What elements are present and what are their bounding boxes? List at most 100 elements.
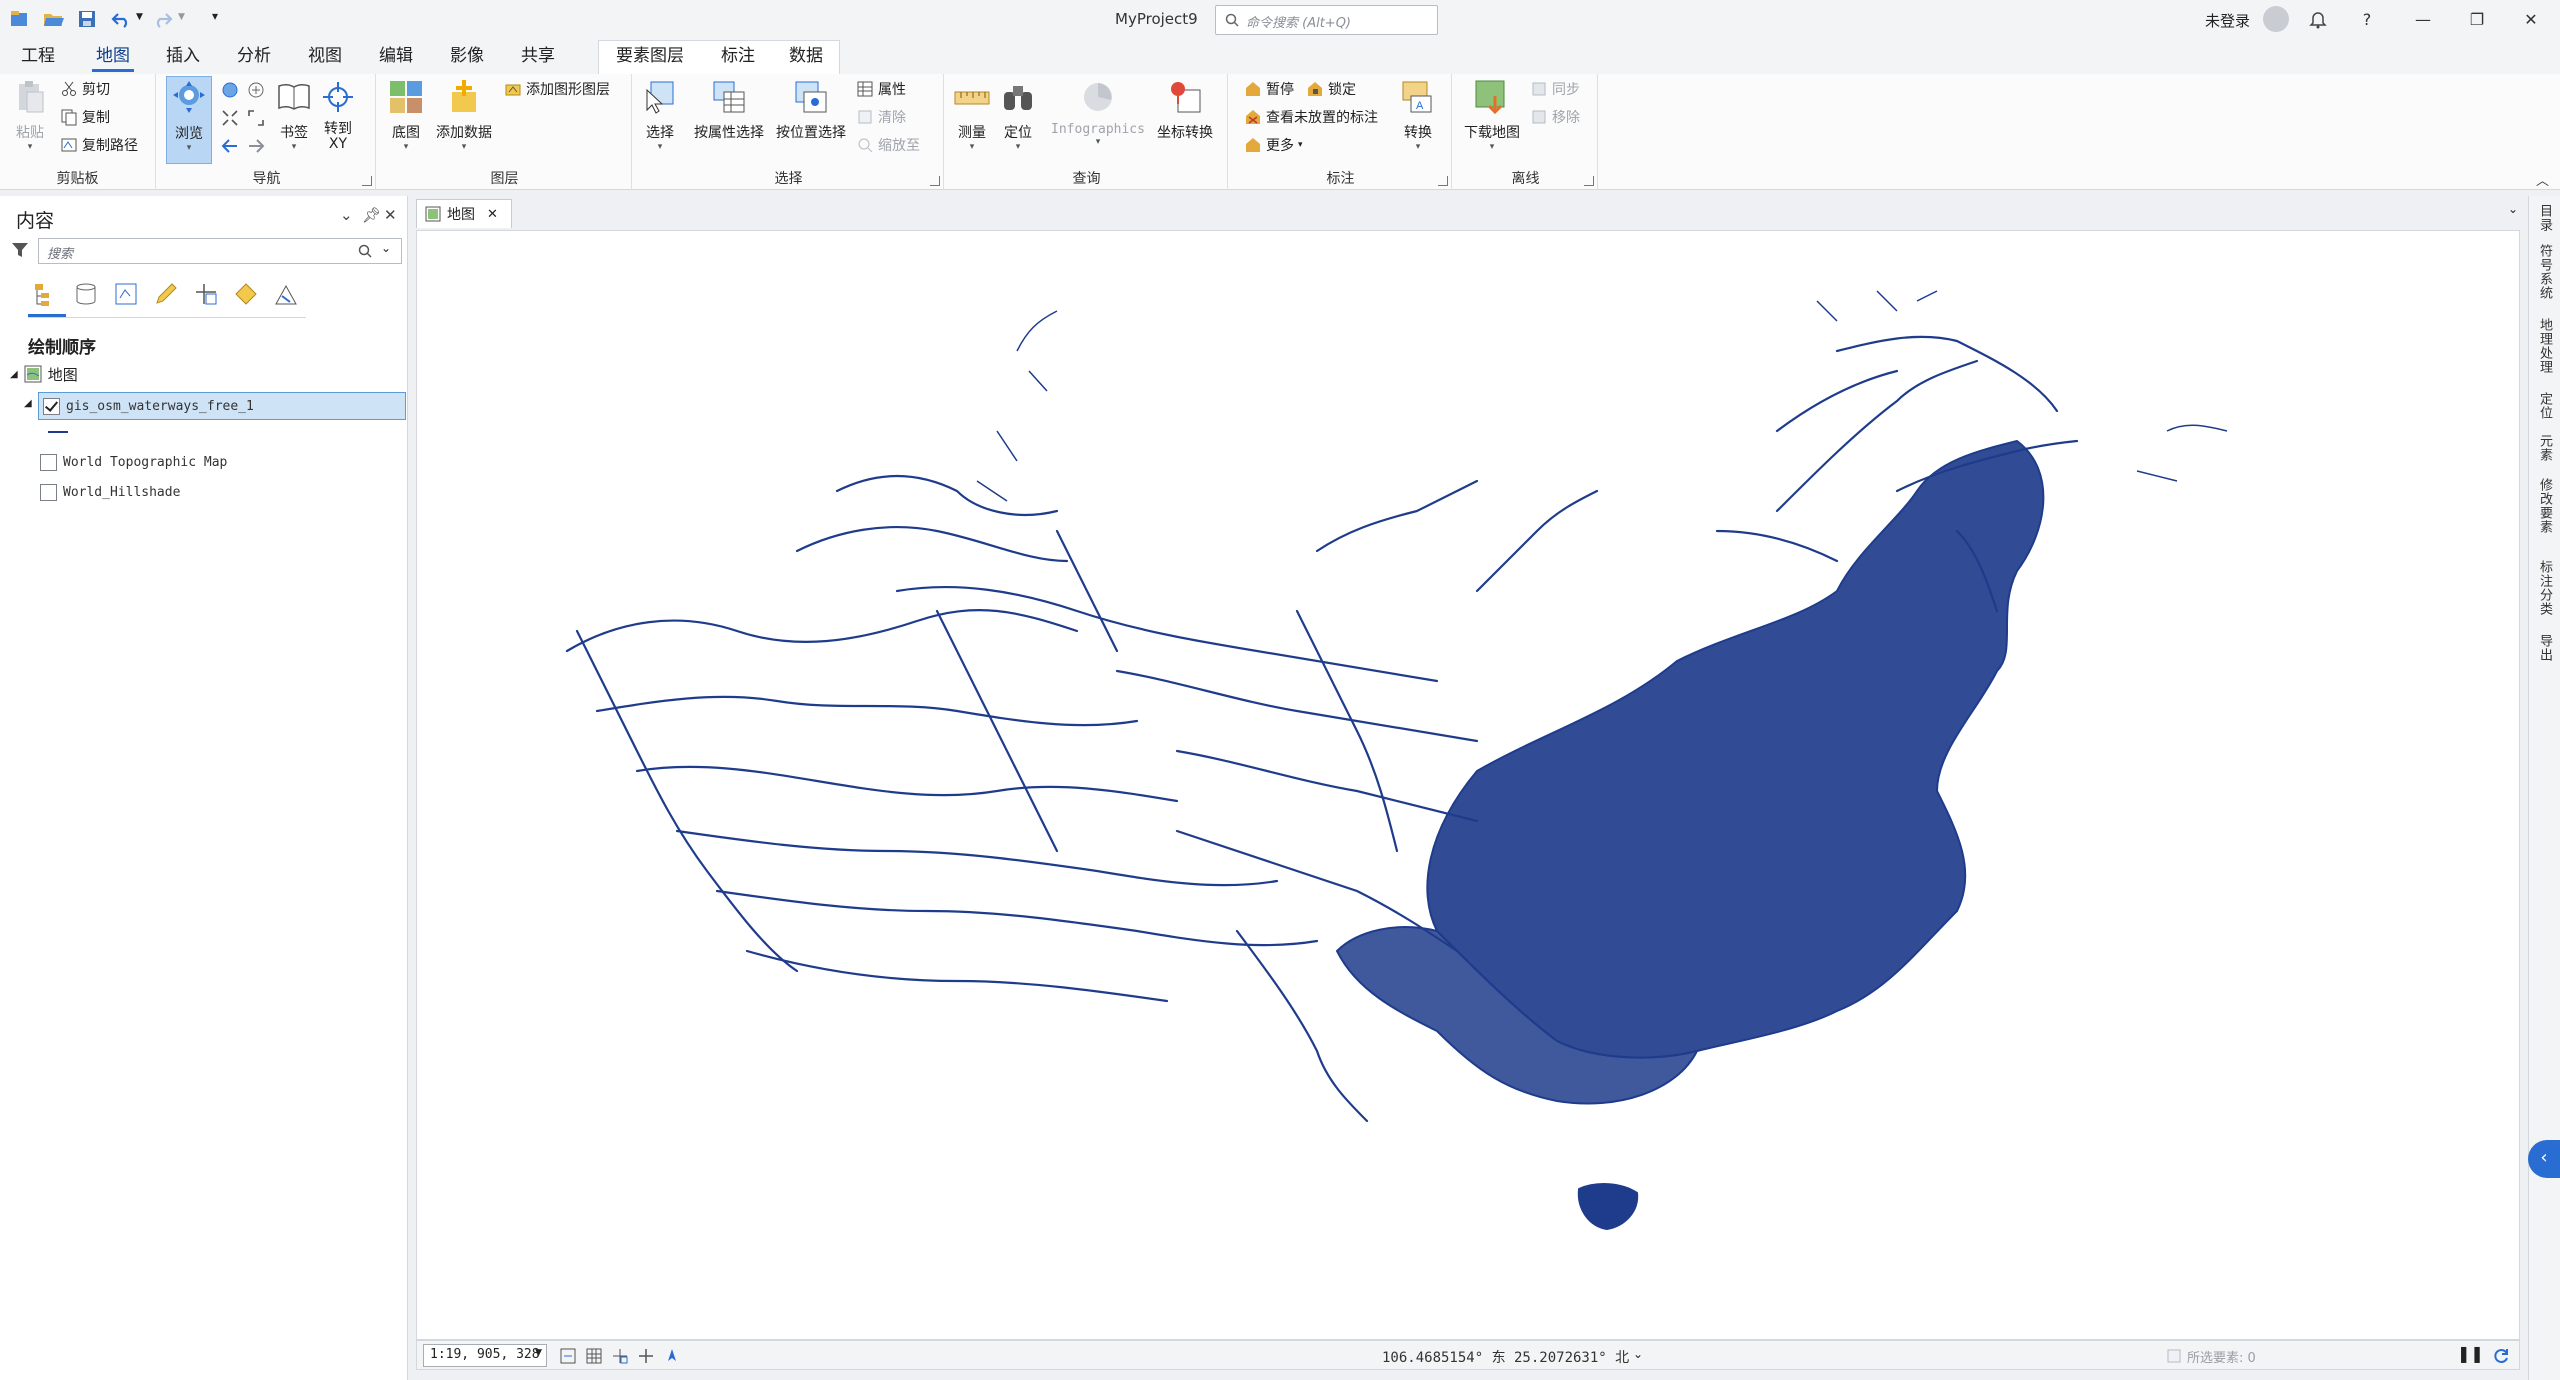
navigate-launcher-icon[interactable] xyxy=(362,176,372,186)
convert-labels-button[interactable]: A 转换 ▾ xyxy=(1398,78,1438,152)
close-icon[interactable]: ✕ xyxy=(384,206,397,224)
more-labels-button[interactable]: 更多 ▾ xyxy=(1244,134,1303,156)
tab-edit[interactable]: 编辑 xyxy=(376,44,416,72)
tab-insert[interactable]: 插入 xyxy=(163,44,203,72)
rail-geoprocessing[interactable]: 地理处理 xyxy=(2535,318,2554,374)
undo-dropdown-icon[interactable]: ▼ xyxy=(136,12,143,22)
list-by-labeling-icon[interactable] xyxy=(232,280,260,308)
next-extent-icon[interactable] xyxy=(246,136,266,156)
rail-symbology[interactable]: 符号系统 xyxy=(2535,244,2554,300)
lock-labels-button[interactable]: 锁定 xyxy=(1306,78,1356,100)
tab-view[interactable]: 视图 xyxy=(305,44,345,72)
explore-button[interactable]: 浏览 ▾ xyxy=(166,76,212,164)
bookmarks-button[interactable]: 书签 ▾ xyxy=(274,78,314,152)
grid-icon[interactable] xyxy=(585,1347,603,1365)
close-window-button[interactable]: ✕ xyxy=(2516,6,2546,34)
list-by-editing-icon[interactable] xyxy=(152,280,180,308)
pin-icon[interactable]: 📌︎ xyxy=(362,206,381,224)
offline-launcher-icon[interactable] xyxy=(1584,176,1594,186)
layer-row-topographic[interactable]: World Topographic Map xyxy=(40,448,227,476)
list-by-snapping-icon[interactable] xyxy=(192,280,220,308)
expand-panel-button[interactable]: ‹ xyxy=(2528,1140,2560,1178)
layer-row-hillshade[interactable]: World_Hillshade xyxy=(40,478,180,506)
pause-drawing-icon[interactable]: ❚❚ xyxy=(2457,1344,2484,1363)
coordinate-format-dropdown-icon[interactable]: ⌄ xyxy=(1633,1347,1643,1361)
avatar[interactable] xyxy=(2263,6,2289,32)
layer-visibility-checkbox[interactable] xyxy=(40,453,57,471)
list-by-drawing-order-icon[interactable] xyxy=(32,280,60,308)
rail-element[interactable]: 元素 xyxy=(2535,434,2554,462)
fixed-zoom-out-icon[interactable] xyxy=(220,108,240,128)
tab-data[interactable]: 数据 xyxy=(786,44,826,72)
filter-icon[interactable] xyxy=(10,240,30,260)
download-map-button[interactable]: 下载地图 ▾ xyxy=(1460,78,1524,152)
collapse-arrow-icon[interactable]: ◢ xyxy=(10,369,18,380)
pause-labels-button[interactable]: 暂停 xyxy=(1244,78,1294,100)
list-by-data-source-icon[interactable] xyxy=(72,280,100,308)
select-by-location-button[interactable]: 按位置选择 xyxy=(774,78,848,142)
labeling-launcher-icon[interactable] xyxy=(1438,176,1448,186)
refresh-icon[interactable] xyxy=(2491,1346,2511,1366)
bell-icon[interactable] xyxy=(2308,9,2328,29)
basemap-button[interactable]: 底图 ▾ xyxy=(386,78,426,152)
crosshair-icon[interactable] xyxy=(637,1347,655,1365)
command-search-input[interactable]: 命令搜索 (Alt+Q) xyxy=(1215,5,1438,35)
rail-catalog[interactable]: 目录 xyxy=(2535,204,2554,232)
previous-extent-icon[interactable] xyxy=(220,136,240,156)
go-to-xy-button[interactable]: 转到 XY xyxy=(318,78,358,152)
tab-analysis[interactable]: 分析 xyxy=(234,44,274,72)
rail-locate[interactable]: 定位 xyxy=(2535,392,2554,420)
map-view-tab[interactable]: 地图 ✕ xyxy=(416,199,512,228)
measure-button[interactable]: 测量 ▾ xyxy=(952,78,992,152)
layer-row-waterways[interactable]: gis_osm_waterways_free_1 xyxy=(38,392,406,420)
select-by-attributes-button[interactable]: 按属性选择 xyxy=(692,78,766,142)
save-icon[interactable] xyxy=(76,8,98,30)
add-graphics-layer-button[interactable]: 添加图形图层 xyxy=(504,78,610,100)
attributes-button[interactable]: 属性 xyxy=(856,78,906,100)
sign-in-link[interactable]: 未登录 xyxy=(2205,10,2250,31)
fixed-zoom-in-icon[interactable] xyxy=(246,80,266,100)
selection-launcher-icon[interactable] xyxy=(930,176,940,186)
add-data-button[interactable]: 添加数据 ▾ xyxy=(432,78,496,152)
open-project-icon[interactable] xyxy=(42,8,64,30)
search-options-icon[interactable]: ⌄ xyxy=(381,241,391,255)
tab-map[interactable]: 地图 xyxy=(92,44,134,72)
close-tab-icon[interactable]: ✕ xyxy=(487,207,498,222)
collapse-ribbon-icon[interactable]: ︿ xyxy=(2536,170,2549,189)
contents-search-input[interactable]: 搜索 ⌄ xyxy=(38,238,402,264)
zoom-layer-icon[interactable] xyxy=(246,108,266,128)
help-button[interactable]: ? xyxy=(2352,6,2382,34)
minimize-button[interactable]: — xyxy=(2408,6,2438,34)
map-tree-item[interactable]: ◢ 地图 xyxy=(10,360,78,388)
tab-imagery[interactable]: 影像 xyxy=(447,44,487,72)
layer-collapse-arrow-icon[interactable]: ◢ xyxy=(24,398,32,409)
copy-path-button[interactable]: 复制路径 xyxy=(60,134,138,156)
tab-list-icon[interactable]: ⌄ xyxy=(2508,202,2518,216)
tab-labeling[interactable]: 标注 xyxy=(718,44,758,72)
tab-project[interactable]: 工程 xyxy=(18,44,58,72)
north-arrow-icon[interactable] xyxy=(663,1347,681,1365)
map-view[interactable] xyxy=(416,230,2520,1340)
rail-export[interactable]: 导出 xyxy=(2535,634,2554,662)
customize-qat-icon[interactable]: ▾ xyxy=(212,9,218,23)
rail-label-classes[interactable]: 标注分类 xyxy=(2535,560,2554,616)
pane-options-icon[interactable]: ⌄ xyxy=(340,206,353,224)
list-by-selection-icon[interactable] xyxy=(112,280,140,308)
snapping-icon[interactable] xyxy=(611,1347,629,1365)
reference-scale-icon[interactable] xyxy=(559,1347,577,1365)
locate-button[interactable]: 定位 ▾ xyxy=(998,78,1038,152)
waterways-map-canvas[interactable] xyxy=(417,231,2519,1339)
restore-button[interactable]: ❐ xyxy=(2462,6,2492,34)
select-button[interactable]: 选择 ▾ xyxy=(640,78,680,152)
copy-button[interactable]: 复制 xyxy=(60,106,110,128)
undo-icon[interactable] xyxy=(110,8,132,30)
full-extent-icon[interactable] xyxy=(220,80,240,100)
convert-coordinates-button[interactable]: 坐标转换 xyxy=(1152,78,1218,142)
view-unplaced-labels-button[interactable]: 查看未放置的标注 xyxy=(1244,106,1378,128)
tab-share[interactable]: 共享 xyxy=(518,44,558,72)
line-symbol-icon[interactable] xyxy=(46,428,70,436)
list-by-perspective-icon[interactable] xyxy=(272,280,300,308)
scale-selector[interactable]: 1:19, 905, 328 ▼ xyxy=(423,1344,547,1367)
tab-feature-layer[interactable]: 要素图层 xyxy=(614,44,686,72)
cut-button[interactable]: 剪切 xyxy=(60,78,110,100)
